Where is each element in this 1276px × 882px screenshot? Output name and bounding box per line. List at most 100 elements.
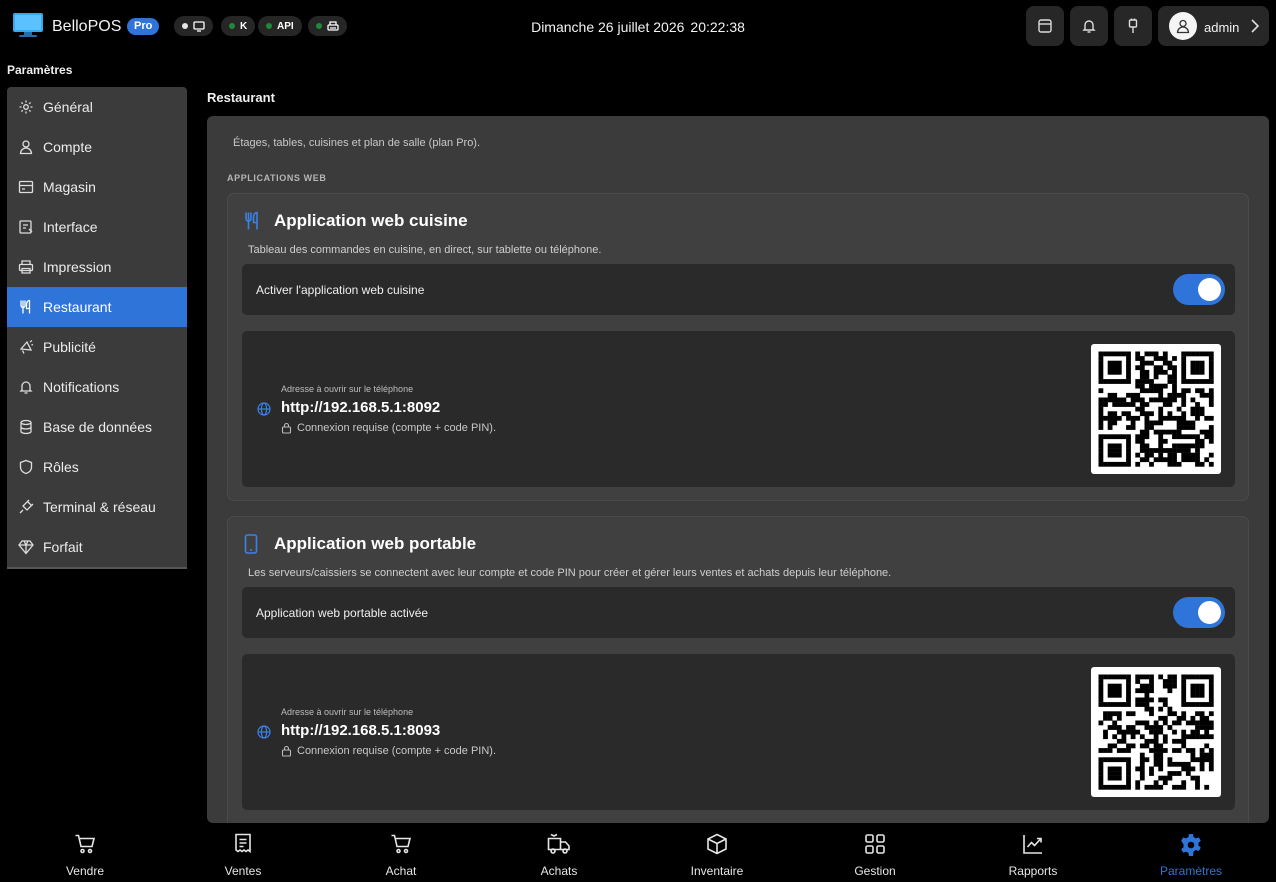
restaurant-settings-panel[interactable]: Étages, tables, cuisines et plan de sall…	[207, 116, 1269, 823]
qr-module	[1181, 715, 1187, 721]
qr-module	[1098, 443, 1104, 449]
qr-module	[1112, 360, 1118, 366]
sidebar-item-interface[interactable]: Interface	[7, 207, 187, 247]
sidebar-item-advertising[interactable]: Publicité	[7, 327, 187, 367]
qr-module	[1199, 720, 1205, 726]
notifications-button[interactable]	[1070, 6, 1108, 46]
sidebar-item-printing[interactable]: Impression	[7, 247, 187, 287]
qr-module	[1185, 720, 1191, 726]
qr-module	[1185, 674, 1191, 680]
qr-module	[1103, 784, 1108, 790]
qr-module	[1103, 351, 1108, 357]
qr-module	[1112, 766, 1118, 772]
toggle-label: Activer l'application web cuisine	[256, 283, 425, 297]
qr-module	[1126, 725, 1131, 730]
qr-module	[1172, 415, 1177, 421]
qr-module	[1208, 415, 1214, 421]
qr-module	[1190, 443, 1196, 449]
sidebar-item-terminal-network[interactable]: Terminal & réseau	[7, 487, 187, 527]
qr-module	[1208, 757, 1214, 763]
qr-module	[1167, 771, 1173, 776]
qr-module	[1176, 429, 1182, 435]
cart-icon	[75, 834, 96, 854]
qr-module	[1158, 365, 1164, 371]
qr-module	[1190, 365, 1196, 371]
qr-module	[1181, 679, 1187, 684]
sidebar-item-account[interactable]: Compte	[7, 127, 187, 167]
window-button[interactable]	[1026, 6, 1064, 46]
qr-module	[1153, 420, 1159, 426]
qr-module	[1167, 683, 1173, 689]
qr-module	[1121, 379, 1127, 384]
nav-management[interactable]: Gestion	[815, 824, 935, 882]
qr-module	[1185, 734, 1191, 740]
qr-module	[1195, 784, 1200, 790]
qr-module	[1112, 688, 1118, 694]
lock-screen-button[interactable]	[1114, 6, 1152, 46]
url-text[interactable]: http://192.168.5.1:8093	[281, 722, 440, 739]
nav-purchases[interactable]: Achats	[499, 824, 619, 882]
qr-module	[1204, 784, 1210, 790]
qr-module	[1139, 734, 1145, 740]
sidebar-item-restaurant[interactable]: Restaurant	[7, 287, 187, 327]
qr-module	[1103, 702, 1108, 707]
qr-module	[1172, 748, 1177, 753]
sidebar-item-store[interactable]: Magasin	[7, 167, 187, 207]
toggle-row: Application web portable activée	[242, 587, 1235, 638]
qr-module	[1116, 688, 1122, 694]
nav-inventory[interactable]: Inventaire	[657, 824, 777, 882]
qr-module	[1158, 784, 1164, 790]
qr-module	[1135, 697, 1141, 703]
qr-module	[1121, 748, 1127, 753]
status-printer[interactable]	[308, 16, 347, 36]
nav-settings[interactable]: Paramètres	[1131, 824, 1251, 882]
status-display[interactable]	[174, 16, 213, 36]
card-title: Application web cuisine	[274, 211, 468, 230]
qr-module	[1176, 738, 1182, 744]
sidebar-item-database[interactable]: Base de données	[7, 407, 187, 447]
avatar	[1169, 12, 1197, 40]
qr-module	[1153, 761, 1159, 767]
qr-module	[1103, 715, 1108, 721]
qr-module	[1126, 771, 1131, 776]
user-menu-button[interactable]: admin	[1158, 6, 1269, 46]
qr-module	[1139, 411, 1145, 417]
status-label: K	[240, 20, 248, 32]
qr-module	[1098, 356, 1104, 361]
nav-sell[interactable]: Vendre	[25, 824, 145, 882]
qr-module	[1144, 706, 1150, 712]
kitchen-app-toggle[interactable]	[1173, 274, 1225, 305]
qr-module	[1208, 461, 1214, 467]
qr-module	[1126, 369, 1131, 375]
qr-module	[1153, 780, 1159, 786]
sidebar-item-label: Interface	[43, 219, 98, 235]
qr-module	[1121, 738, 1127, 744]
sidebar-item-label: Restaurant	[43, 299, 112, 315]
sidebar-item-roles[interactable]: Rôles	[7, 447, 187, 487]
sidebar-item-notifications[interactable]: Notifications	[7, 367, 187, 407]
qr-module	[1181, 688, 1187, 694]
qr-module	[1098, 351, 1104, 357]
sidebar-item-general[interactable]: Général	[7, 87, 187, 127]
nav-reports[interactable]: Rapports	[973, 824, 1093, 882]
url-text[interactable]: http://192.168.5.1:8092	[281, 399, 440, 416]
nav-purchase[interactable]: Achat	[341, 824, 461, 882]
mobile-app-toggle[interactable]	[1173, 597, 1225, 628]
qr-module	[1116, 397, 1122, 403]
sidebar-item-plan[interactable]: Forfait	[7, 527, 187, 567]
qr-module	[1204, 734, 1210, 740]
status-kitchen[interactable]: K	[221, 16, 256, 36]
interface-icon	[19, 220, 33, 234]
nav-sales[interactable]: Ventes	[183, 824, 303, 882]
grid-icon	[865, 834, 885, 854]
qr-module	[1098, 397, 1104, 403]
sidebar-item-label: Forfait	[43, 539, 83, 555]
qr-module	[1149, 729, 1154, 735]
qr-module	[1208, 402, 1214, 407]
qr-module	[1098, 365, 1104, 371]
qr-module	[1162, 720, 1168, 726]
qr-module	[1185, 761, 1191, 767]
qr-module	[1144, 692, 1150, 698]
qr-module	[1153, 748, 1159, 753]
status-api[interactable]: API	[258, 16, 302, 36]
